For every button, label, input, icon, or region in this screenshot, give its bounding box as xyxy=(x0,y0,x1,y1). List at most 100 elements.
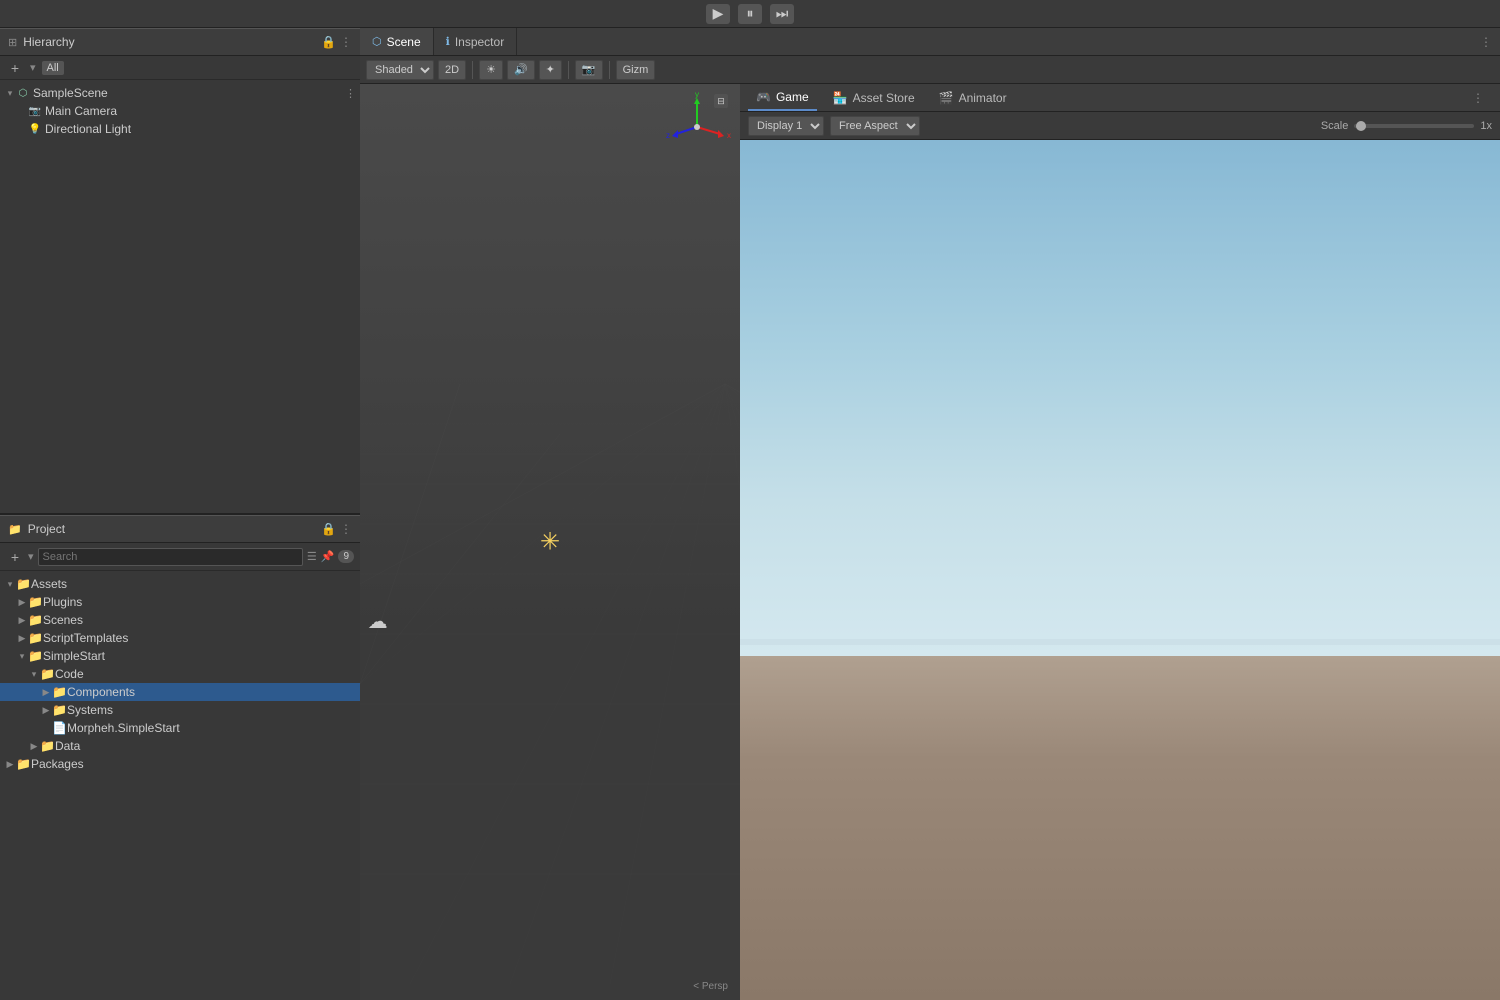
display-select[interactable]: Display 1 xyxy=(748,116,824,136)
ss-arrow: ▾ xyxy=(16,650,28,662)
project-search-input[interactable] xyxy=(38,548,303,566)
aspect-select[interactable]: Free Aspect xyxy=(830,116,920,136)
asset-store-icon: 🏪 xyxy=(833,91,848,105)
scenes-folder-icon: 📁 xyxy=(28,613,43,627)
2d-button[interactable]: 2D xyxy=(438,60,466,80)
tab-inspector[interactable]: ℹ Inspector xyxy=(434,28,518,55)
scene-expand-arrow: ▾ xyxy=(4,87,16,99)
comp-arrow: ▶ xyxy=(40,686,52,698)
project-icon2[interactable]: 📌 xyxy=(321,550,335,563)
game-sky xyxy=(740,140,1500,656)
step-button[interactable]: ⏭ xyxy=(770,4,794,24)
project-title: Project xyxy=(28,522,65,536)
scene-gizmo: ⊟ y x z xyxy=(662,92,732,162)
scene-divider-2 xyxy=(568,61,569,79)
scene-cam-btn[interactable]: 📷 xyxy=(575,60,603,80)
inspector-tab-label: Inspector xyxy=(455,35,504,49)
hierarchy-camera-label: Main Camera xyxy=(45,104,117,118)
packages-folder-icon: 📁 xyxy=(16,757,31,771)
project-toolbar: + ▾ ☰ 📌 9 xyxy=(0,543,360,571)
hierarchy-scene-label: SampleScene xyxy=(33,86,108,100)
proj-packages-label: Packages xyxy=(31,757,84,771)
packages-arrow: ▶ xyxy=(4,758,16,770)
proj-systems[interactable]: ▶ 📁 Systems xyxy=(0,701,360,719)
scene-more-icon[interactable]: ⋮ xyxy=(345,87,356,100)
shading-select[interactable]: Shaded xyxy=(366,60,434,80)
hierarchy-add-button[interactable]: + xyxy=(6,59,24,77)
scene-toolbar: Shaded 2D ☀ 🔊 ✦ 📷 Gizm xyxy=(360,56,1500,84)
proj-assets[interactable]: ▾ 📁 Assets xyxy=(0,575,360,593)
project-more-icon[interactable]: ⋮ xyxy=(340,522,352,536)
camera-spacer xyxy=(4,105,16,117)
scene-divider-1 xyxy=(472,61,473,79)
scene-light-btn[interactable]: ☀ xyxy=(479,60,503,80)
hierarchy-lock-icon[interactable]: 🔒 xyxy=(321,35,336,49)
cloud-icon: ☁ xyxy=(368,609,388,634)
hierarchy-scene-item[interactable]: ▾ ⬡ SampleScene ⋮ xyxy=(0,84,360,102)
scene-view[interactable]: ✳ ☁ ⊟ y xyxy=(360,84,740,1000)
proj-scripttemplates[interactable]: ▶ 📁 ScriptTemplates xyxy=(0,629,360,647)
game-tab-label: Game xyxy=(776,90,809,104)
game-canvas xyxy=(740,140,1500,1000)
tab-more[interactable]: ⋮ xyxy=(1472,28,1500,55)
proj-morpheh[interactable]: 📄 Morpheh.SimpleStart xyxy=(0,719,360,737)
hierarchy-toolbar: + ▾ All xyxy=(0,56,360,80)
game-tab-more[interactable]: ⋮ xyxy=(1464,91,1492,105)
tab-asset-store[interactable]: 🏪 Asset Store xyxy=(825,84,923,111)
proj-packages[interactable]: ▶ 📁 Packages xyxy=(0,755,360,773)
scene-audio-btn[interactable]: 🔊 xyxy=(507,60,535,80)
center-area: ⬡ Scene ℹ Inspector ⋮ Shaded 2D ☀ 🔊 ✦ 📷 … xyxy=(360,28,1500,1000)
plugins-arrow: ▶ xyxy=(16,596,28,608)
svg-text:x: x xyxy=(727,131,731,140)
sun-icon: ✳ xyxy=(540,528,560,557)
proj-plugins[interactable]: ▶ 📁 Plugins xyxy=(0,593,360,611)
play-button[interactable]: ▶ xyxy=(706,4,730,24)
proj-components-label: Components xyxy=(67,685,135,699)
scale-slider[interactable] xyxy=(1354,124,1474,128)
asset-store-label: Asset Store xyxy=(853,91,915,105)
project-icon1[interactable]: ☰ xyxy=(307,550,317,563)
hierarchy-all-tag[interactable]: All xyxy=(42,61,64,75)
gizmos-button[interactable]: Gizm xyxy=(616,60,656,80)
proj-scenes[interactable]: ▶ 📁 Scenes xyxy=(0,611,360,629)
hierarchy-light-item[interactable]: 💡 Directional Light xyxy=(0,120,360,138)
project-add-button[interactable]: + xyxy=(6,548,24,566)
scale-thumb xyxy=(1356,121,1366,131)
game-ground xyxy=(740,656,1500,1000)
tab-scene[interactable]: ⬡ Scene xyxy=(360,28,434,55)
hierarchy-actions: 🔒 ⋮ xyxy=(321,35,352,49)
proj-components[interactable]: ▶ 📁 Components xyxy=(0,683,360,701)
proj-assets-label: Assets xyxy=(31,577,67,591)
sys-folder-icon: 📁 xyxy=(52,703,67,717)
proj-plugins-label: Plugins xyxy=(43,595,82,609)
hierarchy-more-icon[interactable]: ⋮ xyxy=(340,35,352,49)
proj-simplestart[interactable]: ▾ 📁 SimpleStart xyxy=(0,647,360,665)
hierarchy-camera-item[interactable]: 📷 Main Camera xyxy=(0,102,360,120)
project-actions: 🔒 ⋮ xyxy=(321,522,352,536)
proj-morpheh-label: Morpheh.SimpleStart xyxy=(67,721,180,735)
scene-tab-icon: ⬡ xyxy=(372,35,382,48)
hierarchy-content: ▾ ⬡ SampleScene ⋮ 📷 Main Camera 💡 xyxy=(0,80,360,513)
proj-code[interactable]: ▾ 📁 Code xyxy=(0,665,360,683)
pause-button[interactable]: ⏸ xyxy=(738,4,762,24)
scene-game-area: ✳ ☁ ⊟ y xyxy=(360,84,1500,1000)
hierarchy-grid-icon: ⊞ xyxy=(8,36,17,49)
tab-animator[interactable]: 🎬 Animator xyxy=(931,84,1015,111)
project-folder-icon: 📁 xyxy=(8,523,22,536)
hierarchy-light-label: Directional Light xyxy=(45,122,131,136)
scene-fx-btn[interactable]: ✦ xyxy=(539,60,562,80)
scene-canvas: ✳ ☁ ⊟ y xyxy=(360,84,740,1000)
light-spacer xyxy=(4,123,16,135)
scale-value: 1x xyxy=(1480,120,1492,132)
comp-folder-icon: 📁 xyxy=(52,685,67,699)
data-arrow: ▶ xyxy=(28,740,40,752)
game-tabbar: 🎮 Game 🏪 Asset Store 🎬 Animator ⋮ xyxy=(740,84,1500,112)
scene-tab-label: Scene xyxy=(387,35,421,49)
tab-game[interactable]: 🎮 Game xyxy=(748,84,817,111)
svg-text:⊟: ⊟ xyxy=(717,96,725,106)
project-lock-icon[interactable]: 🔒 xyxy=(321,522,336,536)
proj-data[interactable]: ▶ 📁 Data xyxy=(0,737,360,755)
light-icon: 💡 xyxy=(28,122,42,136)
ss-folder-icon: 📁 xyxy=(28,649,43,663)
proj-systems-label: Systems xyxy=(67,703,113,717)
